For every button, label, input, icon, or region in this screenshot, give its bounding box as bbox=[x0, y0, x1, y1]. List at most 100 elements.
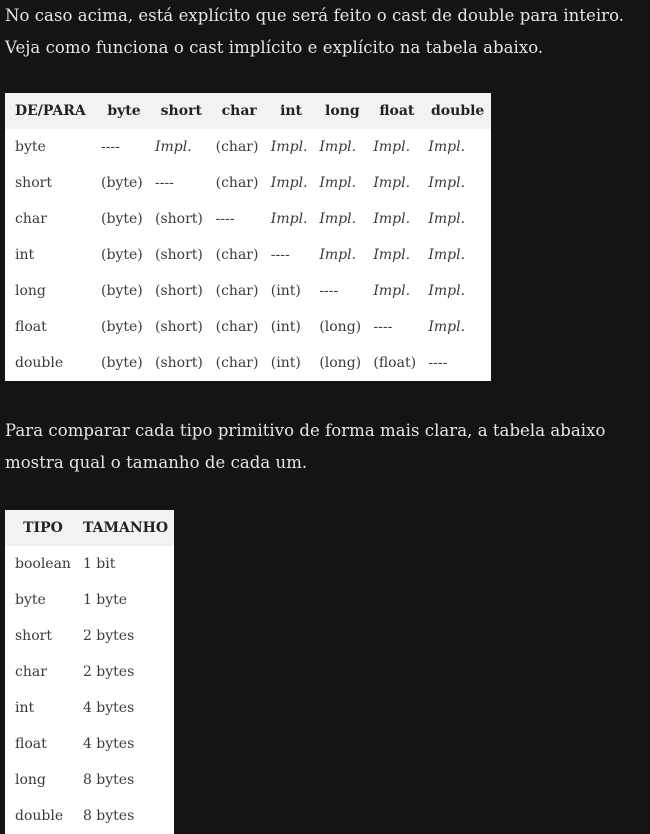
cast-cell: (short) bbox=[154, 247, 203, 263]
size-cell-type: float bbox=[15, 736, 47, 752]
cast-cell: (char) bbox=[215, 319, 259, 335]
table-row: float 4 bytes bbox=[5, 726, 174, 762]
size-cell-type: long bbox=[15, 772, 46, 788]
size-cell: 1 byte bbox=[82, 592, 128, 608]
cast-cell: Impl. bbox=[319, 211, 357, 227]
second-paragraph: Para comparar cada tipo primitivo de for… bbox=[5, 421, 606, 472]
cast-cell: Impl. bbox=[428, 247, 466, 263]
cast-cell: (char) bbox=[215, 139, 259, 155]
size-cell: 4 bytes bbox=[82, 736, 135, 752]
cast-cell-type: long bbox=[15, 283, 46, 299]
table-row: byte 1 byte bbox=[5, 582, 174, 618]
cast-cell: Impl. bbox=[319, 247, 357, 263]
size-table: TIPO TAMANHO boolean 1 bit byte 1 byte short… bbox=[5, 510, 175, 834]
cast-cell: Impl. bbox=[270, 211, 308, 227]
size-cell-type: double bbox=[15, 808, 64, 824]
cast-cell: (byte) bbox=[101, 319, 143, 335]
cast-cell: (byte) bbox=[101, 211, 143, 227]
cast-cell: Impl. bbox=[373, 283, 411, 299]
cast-header-cell: byte bbox=[97, 93, 151, 129]
cast-cell-type: byte bbox=[15, 139, 46, 155]
cast-cell: (short) bbox=[154, 211, 203, 227]
cast-cell: Impl. bbox=[428, 139, 466, 155]
table-row: long 8 bytes bbox=[5, 762, 174, 798]
cast-cell: (long) bbox=[319, 319, 362, 335]
cast-cell-type: int bbox=[15, 247, 35, 263]
table-row: boolean 1 bit bbox=[5, 546, 174, 582]
size-cell-type: boolean bbox=[15, 556, 71, 572]
cast-cell: (byte) bbox=[101, 247, 143, 263]
size-cell: 4 bytes bbox=[82, 700, 135, 716]
cast-header-cell: long bbox=[315, 93, 370, 129]
cast-cell: Impl. bbox=[428, 211, 466, 227]
cast-cell: ---- bbox=[319, 283, 339, 299]
table-row: float (byte) (short) (char) (int) (long) ---- I… bbox=[5, 309, 491, 345]
cast-cell-type: float bbox=[15, 319, 47, 335]
cast-cell: Impl. bbox=[154, 139, 192, 155]
cast-header-cell: float bbox=[369, 93, 425, 129]
cast-cell: (char) bbox=[215, 247, 259, 263]
table-row: byte ---- Impl. (char) Impl. Impl. Impl. Impl. bbox=[5, 129, 491, 165]
cast-cell: (int) bbox=[270, 355, 301, 371]
cast-table: DE/PARA byte short char int long float d… bbox=[5, 93, 491, 381]
cast-table-header-row: DE/PARA byte short char int long float d… bbox=[5, 93, 491, 129]
cast-cell: Impl. bbox=[319, 175, 357, 191]
size-cell: 1 bit bbox=[82, 556, 116, 572]
cast-cell-type: double bbox=[15, 355, 64, 371]
table-row: long (byte) (short) (char) (int) ---- Impl. Imp… bbox=[5, 273, 491, 309]
cast-cell: (short) bbox=[154, 319, 203, 335]
cast-header-cell: char bbox=[211, 93, 267, 129]
table-row: int 4 bytes bbox=[5, 690, 174, 726]
cast-cell: Impl. bbox=[428, 283, 466, 299]
cast-cell: Impl. bbox=[428, 175, 466, 191]
cast-cell: Impl. bbox=[373, 175, 411, 191]
intro-paragraph: No caso acima, está explícito que será f… bbox=[5, 6, 625, 57]
table-row: double 8 bytes bbox=[5, 798, 174, 834]
cast-cell-type: char bbox=[15, 211, 47, 227]
cast-cell: (float) bbox=[373, 355, 417, 371]
cast-cell: Impl. bbox=[319, 139, 357, 155]
cast-cell: ---- bbox=[101, 139, 120, 155]
size-cell: 2 bytes bbox=[82, 628, 135, 644]
cast-cell: (byte) bbox=[101, 355, 143, 371]
cast-cell: Impl. bbox=[270, 175, 308, 191]
cast-table-body: byte ---- Impl. (char) Impl. Impl. Impl. Impl. s… bbox=[5, 129, 491, 381]
cast-header-cell: int bbox=[266, 93, 316, 129]
cast-cell: (int) bbox=[270, 283, 301, 299]
size-header-cell: TIPO bbox=[5, 510, 77, 546]
size-cell: 2 bytes bbox=[82, 664, 135, 680]
cast-cell: (char) bbox=[215, 283, 259, 299]
size-cell-type: byte bbox=[15, 592, 46, 608]
cast-cell: (long) bbox=[319, 355, 362, 371]
cast-cell: ---- bbox=[270, 247, 290, 263]
cast-cell: Impl. bbox=[373, 139, 411, 155]
cast-cell: Impl. bbox=[373, 247, 411, 263]
cast-cell: (char) bbox=[215, 175, 259, 191]
size-cell-type: short bbox=[15, 628, 52, 644]
cast-header-cell: short bbox=[150, 93, 212, 129]
table-row: short 2 bytes bbox=[5, 618, 174, 654]
table-row: char 2 bytes bbox=[5, 654, 174, 690]
table-row: double (byte) (short) (char) (int) (long) (flo… bbox=[5, 345, 491, 381]
size-table-body: boolean 1 bit byte 1 byte short 2 bytes char 2 … bbox=[5, 546, 174, 834]
table-row: short (byte) ---- (char) Impl. Impl. Impl. Impl… bbox=[5, 165, 491, 201]
cast-cell: Impl. bbox=[270, 139, 308, 155]
cast-cell: Impl. bbox=[373, 211, 411, 227]
cast-cell: ---- bbox=[215, 211, 235, 227]
size-cell-type: char bbox=[15, 664, 47, 680]
cast-cell: (short) bbox=[154, 283, 203, 299]
size-cell: 8 bytes bbox=[82, 772, 135, 788]
size-table-header-row: TIPO TAMANHO bbox=[5, 510, 175, 546]
cast-cell: (byte) bbox=[101, 175, 143, 191]
size-cell: 8 bytes bbox=[82, 808, 135, 824]
table-row: char (byte) (short) ---- Impl. Impl. Impl. Impl… bbox=[5, 201, 491, 237]
table-row: int (byte) (short) (char) ---- Impl. Impl. Impl… bbox=[5, 237, 491, 273]
cast-cell: ---- bbox=[373, 319, 393, 335]
cast-cell: ---- bbox=[428, 355, 448, 371]
cast-cell-type: short bbox=[15, 175, 52, 191]
cast-header-cell: double bbox=[424, 93, 491, 129]
cast-cell: (short) bbox=[154, 355, 203, 371]
size-header-cell: TAMANHO bbox=[76, 510, 175, 546]
cast-cell: Impl. bbox=[428, 319, 466, 335]
size-cell-type: int bbox=[15, 700, 35, 716]
